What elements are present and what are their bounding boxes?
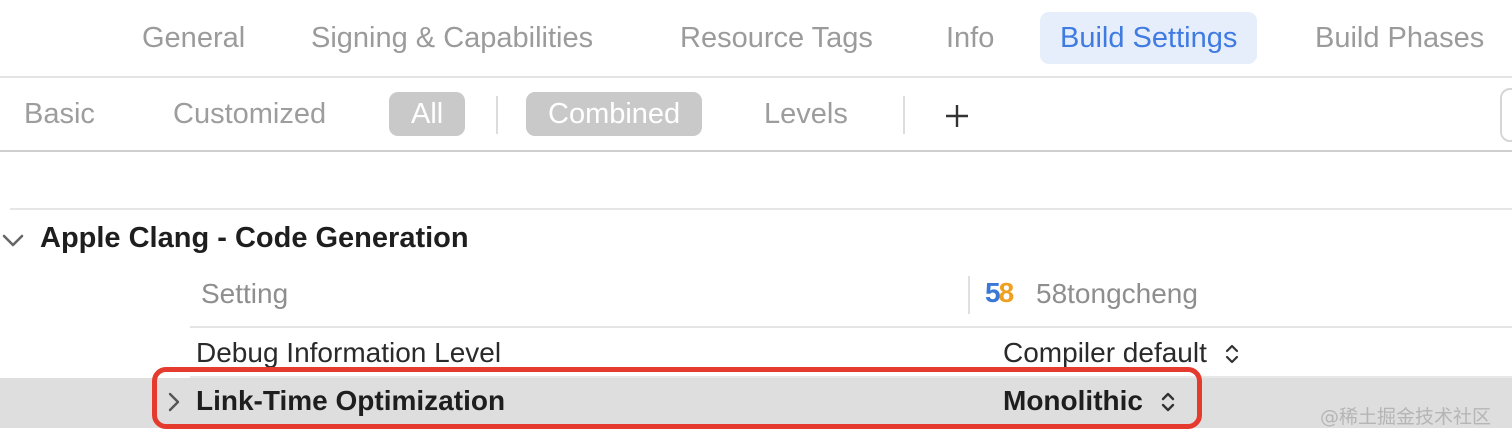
filter-all[interactable]: All [389,92,466,136]
search-field[interactable] [1500,88,1512,142]
build-settings-filter-bar: Basic Customized All Combined Levels [0,78,1512,152]
target-icon-digit: 5 [985,277,1001,308]
setting-value-debug-information-level[interactable]: Compiler default [1003,337,1239,369]
highlight-annotation-box [152,367,1202,429]
tab-signing-capabilities[interactable]: Signing & Capabilities [311,12,593,64]
target-app-icon: 58 [985,277,1015,309]
tab-build-phases[interactable]: Build Phases [1315,12,1484,64]
watermark: @稀土掘金技术社区 [1320,406,1492,428]
column-divider [968,276,970,314]
filter-customized[interactable]: Customized [173,92,326,136]
setting-name-debug-information-level[interactable]: Debug Information Level [196,337,501,369]
tab-info[interactable]: Info [946,12,994,64]
target-icon-digit: 8 [998,277,1015,308]
tab-build-settings[interactable]: Build Settings [1040,12,1258,64]
divider [190,326,1512,328]
filter-separator [496,96,498,134]
add-button[interactable] [937,92,977,136]
chevron-down-icon[interactable] [0,228,26,254]
divider [10,208,1512,210]
setting-value-text: Compiler default [1003,337,1207,368]
tab-general[interactable]: General [142,12,245,64]
filter-basic[interactable]: Basic [24,92,95,136]
column-header-setting: Setting [201,278,289,309]
filter-separator [903,96,905,134]
filter-combined[interactable]: Combined [526,92,703,136]
up-down-chevron-icon [1225,344,1238,364]
section-title: Apple Clang - Code Generation [40,222,469,254]
column-header-target: 58tongcheng [1036,278,1198,309]
filter-levels[interactable]: Levels [764,92,848,136]
tab-resource-tags[interactable]: Resource Tags [680,12,873,64]
editor-tab-bar: General Signing & Capabilities Resource … [0,0,1512,78]
plus-icon [946,105,968,128]
